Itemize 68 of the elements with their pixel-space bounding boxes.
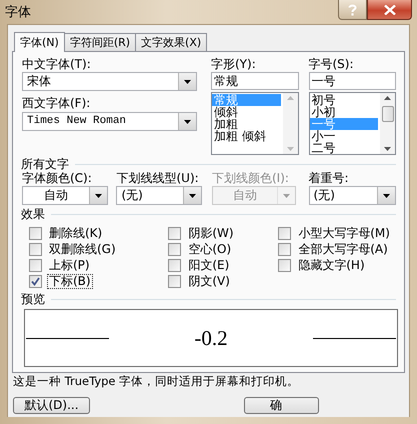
ok-button[interactable]: 确 — [244, 397, 319, 414]
checkbox-label: 上标(P) — [48, 258, 91, 272]
section-title: 预览 — [21, 292, 45, 306]
field-label: 着重号: — [308, 171, 350, 185]
window-title: 字体 — [5, 4, 32, 21]
list-item[interactable]: 初号 — [310, 94, 380, 106]
list-item[interactable]: 小一 — [310, 130, 380, 142]
close-button[interactable] — [367, 0, 412, 20]
scrollbar[interactable] — [380, 93, 395, 154]
checkbox[interactable] — [29, 242, 42, 256]
checkbox-label: 全部大写字母(A) — [297, 242, 389, 256]
field-label: 中文字体(T): — [22, 57, 92, 71]
checkbox-label: 空心(O) — [187, 242, 232, 256]
scroll-down-arrow-icon[interactable] — [384, 147, 391, 151]
help-icon — [348, 4, 357, 16]
dropdown[interactable]: (无) — [308, 186, 396, 205]
checkbox[interactable] — [29, 258, 42, 272]
dropdown[interactable]: (无) — [116, 186, 202, 205]
dropdown-arrow-icon — [188, 194, 196, 198]
dropdown-arrow-icon — [382, 194, 390, 198]
tab[interactable]: 字体(N) — [14, 32, 65, 52]
scroll-up-arrow-icon[interactable] — [384, 96, 391, 100]
dropdown[interactable]: 自动 — [22, 186, 108, 205]
list-item[interactable]: 二号 — [310, 142, 380, 154]
tab[interactable]: 字符间距(R) — [64, 33, 136, 51]
checkbox-label: 隐藏文字(H) — [297, 258, 366, 272]
checkbox[interactable] — [168, 274, 182, 288]
checkbox[interactable] — [168, 226, 182, 240]
list-item[interactable]: 倾斜 — [212, 106, 282, 118]
dropdown-arrow-icon — [282, 194, 290, 198]
text-field[interactable]: 一号 — [308, 72, 396, 90]
field-label: 字体颜色(C): — [22, 171, 93, 185]
field-label: 字号(S): — [308, 57, 355, 71]
list-item[interactable]: 加粗 倾斜 — [212, 130, 282, 142]
dropdown-arrow-icon — [184, 80, 191, 84]
list-item[interactable]: 小初 — [310, 106, 380, 118]
dropdown[interactable]: 宋体 — [22, 72, 197, 91]
dropdown-arrow-icon — [184, 120, 191, 124]
text-field[interactable]: 常规 — [211, 72, 298, 90]
checkbox[interactable] — [168, 258, 182, 272]
checkbox-label: 阴影(W) — [187, 226, 235, 240]
dropdown-arrow-icon — [95, 194, 102, 198]
field-label: 字形(Y): — [211, 57, 257, 71]
checkbox[interactable] — [278, 258, 292, 272]
default-button[interactable]: 默认(D)... — [13, 397, 90, 414]
section-title: 所有文字 — [21, 157, 69, 171]
checkbox-label: 阴文(V) — [187, 274, 231, 288]
tab[interactable]: 文字效果(X) — [135, 33, 208, 51]
dropdown[interactable]: Times New Roman — [22, 112, 197, 131]
section-title: 效果 — [21, 207, 45, 221]
checkbox[interactable] — [29, 274, 42, 288]
checkbox-label: 删除线(K) — [48, 226, 104, 240]
field-label: 下划线线型(U): — [116, 171, 200, 185]
checkbox[interactable] — [278, 242, 292, 256]
info-text: 这是一种 TrueType 字体，同时适用于屏幕和打印机。 — [12, 374, 300, 388]
list-item[interactable]: 加粗 — [212, 118, 282, 130]
close-icon — [384, 4, 396, 14]
checkbox[interactable] — [278, 226, 292, 240]
checkbox[interactable] — [29, 226, 42, 240]
help-button[interactable] — [338, 0, 367, 20]
field-label: 西文字体(F): — [22, 96, 92, 110]
checkbox-label: 阳文(E) — [187, 258, 230, 272]
checkbox-label: 下标(B) — [47, 274, 93, 288]
field-label: 下划线颜色(I): — [212, 171, 290, 185]
checkbox-label: 双删除线(G) — [48, 242, 117, 256]
preview-text: -0.2 — [194, 326, 228, 350]
checkbox[interactable] — [168, 242, 182, 256]
checkbox-label: 小型大写字母(M) — [297, 226, 391, 240]
